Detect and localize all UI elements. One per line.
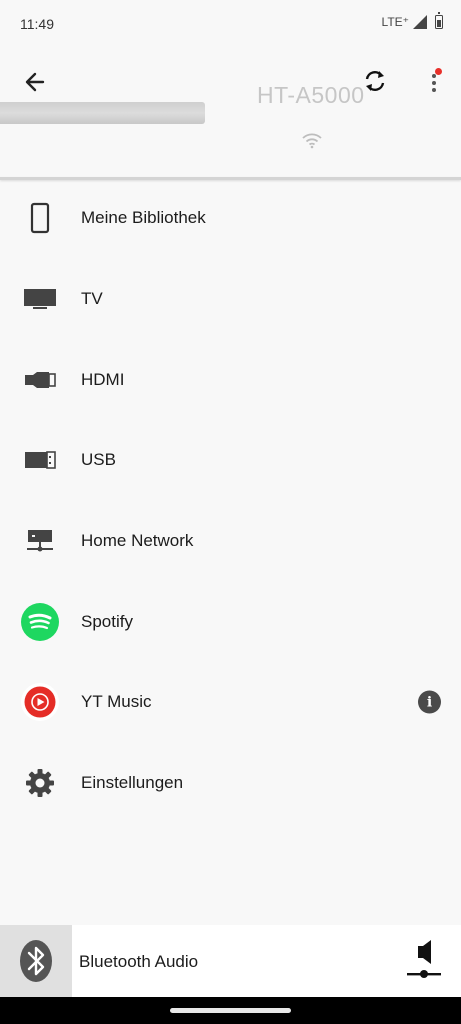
status-time: 11:49	[20, 16, 54, 32]
more-dot-icon	[432, 74, 436, 78]
source-item-spotify[interactable]: Spotify	[0, 581, 461, 662]
status-bar: 11:49 LTE⁺	[0, 0, 461, 50]
network-type: LTE⁺	[381, 15, 409, 29]
source-label: Home Network	[81, 531, 194, 551]
back-arrow-icon	[25, 72, 45, 92]
home-network-icon	[20, 521, 60, 561]
phone-icon	[20, 198, 60, 238]
source-item-tv[interactable]: TV	[0, 259, 461, 340]
usb-icon	[20, 440, 60, 480]
source-item-yt-music[interactable]: YT Music i	[0, 662, 461, 743]
source-item-home-network[interactable]: Home Network	[0, 501, 461, 582]
yt-music-icon	[20, 682, 60, 722]
source-item-my-library[interactable]: Meine Bibliothek	[0, 178, 461, 259]
more-dot-icon	[432, 88, 436, 92]
now-playing-bar[interactable]: Bluetooth Audio	[0, 925, 461, 997]
battery-icon	[435, 12, 443, 29]
system-nav-bar	[0, 997, 461, 1024]
source-label: TV	[81, 289, 103, 309]
bluetooth-icon	[20, 940, 52, 982]
device-name: HT-A5000	[257, 82, 365, 108]
signal-icon	[413, 15, 427, 29]
source-item-hdmi[interactable]: HDMI	[0, 339, 461, 420]
home-gesture-handle[interactable]	[170, 1008, 291, 1013]
source-label: YT Music	[81, 692, 152, 712]
spotify-icon	[20, 602, 60, 642]
info-icon: i	[426, 694, 433, 711]
back-button[interactable]	[20, 68, 52, 96]
more-dot-icon	[432, 81, 436, 85]
bluetooth-source-button[interactable]	[0, 925, 72, 997]
source-label: Spotify	[81, 611, 133, 631]
source-item-usb[interactable]: USB	[0, 420, 461, 501]
source-item-settings[interactable]: Einstellungen	[0, 743, 461, 824]
gear-icon	[20, 763, 60, 803]
source-label: HDMI	[81, 369, 125, 389]
info-button[interactable]: i	[418, 690, 441, 714]
tv-icon	[20, 279, 60, 319]
source-label: Meine Bibliothek	[81, 208, 206, 228]
source-label: USB	[81, 450, 116, 470]
source-label: Einstellungen	[81, 773, 184, 793]
hdmi-icon	[20, 360, 60, 400]
notification-dot	[435, 68, 442, 75]
sync-button[interactable]	[362, 68, 388, 94]
now-playing-source-label: Bluetooth Audio	[79, 952, 199, 971]
source-list: Meine Bibliothek TV HDMI USB Home Networ…	[0, 178, 461, 824]
soundbar-image	[0, 102, 205, 124]
volume-button[interactable]	[404, 937, 444, 985]
more-options-button[interactable]	[424, 68, 444, 96]
volume-icon	[407, 940, 441, 978]
status-icons: LTE⁺	[381, 12, 443, 29]
device-header: HT-A5000	[0, 50, 461, 177]
wifi-icon	[302, 133, 322, 149]
sync-icon	[365, 71, 385, 91]
